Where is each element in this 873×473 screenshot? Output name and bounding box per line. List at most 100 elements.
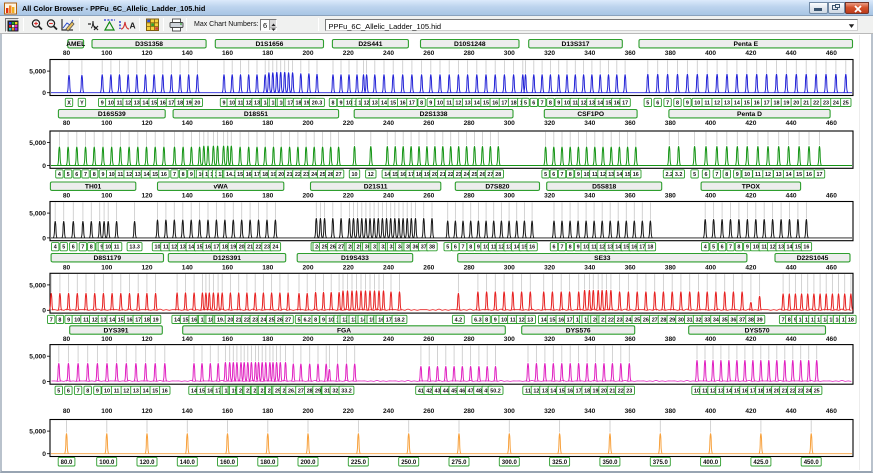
svg-text:13: 13 xyxy=(718,388,724,394)
svg-text:10: 10 xyxy=(155,245,161,251)
svg-text:300.0: 300.0 xyxy=(502,460,518,466)
svg-text:5: 5 xyxy=(524,100,527,106)
svg-text:100: 100 xyxy=(101,336,112,343)
svg-text:12: 12 xyxy=(600,172,606,178)
svg-text:11: 11 xyxy=(525,388,531,394)
svg-text:DYS576: DYS576 xyxy=(566,327,591,334)
svg-text:9: 9 xyxy=(494,317,497,323)
svg-text:360: 360 xyxy=(625,120,636,127)
svg-text:19: 19 xyxy=(766,388,772,394)
svg-text:14: 14 xyxy=(381,100,387,106)
svg-text:14: 14 xyxy=(188,245,194,251)
svg-text:15: 15 xyxy=(151,100,157,106)
svg-text:14: 14 xyxy=(174,317,180,323)
svg-text:D12S391: D12S391 xyxy=(213,255,241,262)
svg-text:120: 120 xyxy=(141,336,152,343)
svg-text:420: 420 xyxy=(745,408,756,415)
svg-text:16: 16 xyxy=(633,172,639,178)
svg-text:11: 11 xyxy=(238,100,244,106)
svg-text:23: 23 xyxy=(617,317,623,323)
svg-text:400: 400 xyxy=(705,50,716,57)
svg-text:26: 26 xyxy=(480,172,486,178)
svg-text:12: 12 xyxy=(714,100,720,106)
svg-text:8: 8 xyxy=(676,100,679,106)
svg-text:9: 9 xyxy=(223,100,226,106)
svg-text:12: 12 xyxy=(125,100,131,106)
svg-text:10: 10 xyxy=(105,245,111,251)
svg-text:25: 25 xyxy=(814,388,820,394)
svg-text:160: 160 xyxy=(222,408,233,415)
svg-text:22: 22 xyxy=(295,172,301,178)
svg-text:18: 18 xyxy=(848,317,854,323)
svg-text:5,000: 5,000 xyxy=(29,354,46,361)
svg-text:14: 14 xyxy=(726,388,732,394)
svg-text:17: 17 xyxy=(501,100,507,106)
svg-text:5: 5 xyxy=(646,100,649,106)
svg-text:7: 7 xyxy=(715,172,718,178)
svg-text:9: 9 xyxy=(477,245,480,251)
svg-text:440: 440 xyxy=(786,193,797,200)
svg-text:43: 43 xyxy=(435,388,441,394)
svg-text:48: 48 xyxy=(476,388,482,394)
svg-text:14: 14 xyxy=(550,388,556,394)
svg-text:12: 12 xyxy=(126,172,132,178)
svg-text:10: 10 xyxy=(694,100,700,106)
svg-text:8: 8 xyxy=(569,172,572,178)
svg-text:17: 17 xyxy=(576,388,582,394)
svg-text:20: 20 xyxy=(432,172,438,178)
svg-text:16: 16 xyxy=(161,172,167,178)
svg-text:22: 22 xyxy=(618,388,624,394)
svg-text:120: 120 xyxy=(141,50,152,57)
svg-text:D16S539: D16S539 xyxy=(98,111,126,118)
svg-text:300: 300 xyxy=(504,50,515,57)
svg-text:6: 6 xyxy=(454,245,457,251)
svg-text:10: 10 xyxy=(501,317,507,323)
svg-text:7: 7 xyxy=(541,100,544,106)
svg-text:420: 420 xyxy=(745,50,756,57)
svg-text:160: 160 xyxy=(222,336,233,343)
svg-text:5: 5 xyxy=(67,172,70,178)
svg-text:400.0: 400.0 xyxy=(703,460,719,466)
svg-text:8: 8 xyxy=(485,317,488,323)
svg-text:8: 8 xyxy=(788,317,791,323)
svg-text:19: 19 xyxy=(230,245,236,251)
svg-text:14: 14 xyxy=(191,388,197,394)
svg-text:80: 80 xyxy=(63,336,71,343)
svg-text:11: 11 xyxy=(117,100,123,106)
svg-text:27: 27 xyxy=(338,245,344,251)
svg-text:11: 11 xyxy=(114,245,120,251)
svg-text:21: 21 xyxy=(236,317,242,323)
svg-text:9: 9 xyxy=(577,245,580,251)
svg-text:16: 16 xyxy=(160,100,166,106)
svg-text:4: 4 xyxy=(704,245,707,251)
svg-text:7: 7 xyxy=(561,172,564,178)
svg-text:14: 14 xyxy=(109,317,115,323)
svg-text:340: 340 xyxy=(584,50,595,57)
svg-text:80: 80 xyxy=(63,265,71,272)
svg-text:160.0: 160.0 xyxy=(220,460,236,466)
svg-text:SE33: SE33 xyxy=(594,255,611,262)
svg-text:380: 380 xyxy=(665,265,676,272)
svg-text:220: 220 xyxy=(343,120,354,127)
svg-text:36: 36 xyxy=(413,245,419,251)
svg-text:340: 340 xyxy=(584,193,595,200)
svg-text:10: 10 xyxy=(229,100,235,106)
svg-text:120: 120 xyxy=(141,120,152,127)
svg-text:15: 15 xyxy=(152,172,158,178)
svg-text:13: 13 xyxy=(465,100,471,106)
svg-text:23: 23 xyxy=(252,317,258,323)
svg-text:9: 9 xyxy=(101,100,104,106)
svg-text:25: 25 xyxy=(320,172,326,178)
svg-text:15: 15 xyxy=(606,100,612,106)
svg-text:17: 17 xyxy=(817,172,823,178)
svg-text:15: 15 xyxy=(237,172,243,178)
svg-text:46: 46 xyxy=(459,388,465,394)
svg-text:26: 26 xyxy=(328,172,334,178)
svg-text:340: 340 xyxy=(584,265,595,272)
svg-text:32: 32 xyxy=(696,317,702,323)
svg-text:240: 240 xyxy=(383,408,394,415)
svg-text:12: 12 xyxy=(765,172,771,178)
svg-text:8: 8 xyxy=(737,245,740,251)
svg-text:16: 16 xyxy=(558,317,564,323)
svg-text:140: 140 xyxy=(182,408,193,415)
